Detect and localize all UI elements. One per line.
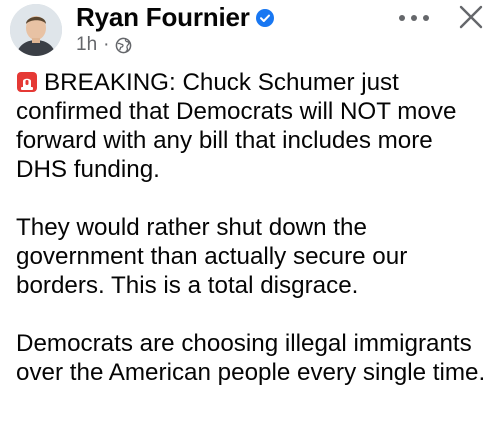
meta-separator: · [103, 34, 110, 55]
more-horizontal-icon [423, 15, 429, 21]
globe-icon[interactable] [115, 37, 132, 54]
author-name[interactable]: Ryan Fournier [76, 2, 250, 33]
more-horizontal-icon [399, 15, 405, 21]
author-avatar[interactable] [10, 4, 62, 56]
post-paragraph: Democrats are choosing illegal immigrant… [16, 330, 486, 386]
avatar-image [10, 4, 62, 56]
post-body: BREAKING: Chuck Schumer just confirmed t… [16, 68, 486, 387]
more-horizontal-icon [411, 15, 417, 21]
close-icon [459, 5, 483, 29]
facebook-post: Ryan Fournier 1h · BREAKING: Chuck Schum… [0, 0, 500, 425]
verified-badge-icon [255, 8, 274, 27]
police-siren-icon [16, 71, 38, 93]
author-name-row: Ryan Fournier [76, 2, 274, 33]
post-meta: 1h · [76, 34, 132, 56]
post-time[interactable]: 1h [76, 34, 97, 56]
more-options-button[interactable] [399, 8, 429, 28]
paragraph-text: BREAKING: Chuck Schumer just confirmed t… [16, 69, 457, 183]
close-button[interactable] [458, 4, 484, 30]
post-paragraph: BREAKING: Chuck Schumer just confirmed t… [16, 68, 486, 184]
post-paragraph: They would rather shut down the governme… [16, 214, 408, 299]
post-header: Ryan Fournier 1h · [0, 0, 500, 60]
